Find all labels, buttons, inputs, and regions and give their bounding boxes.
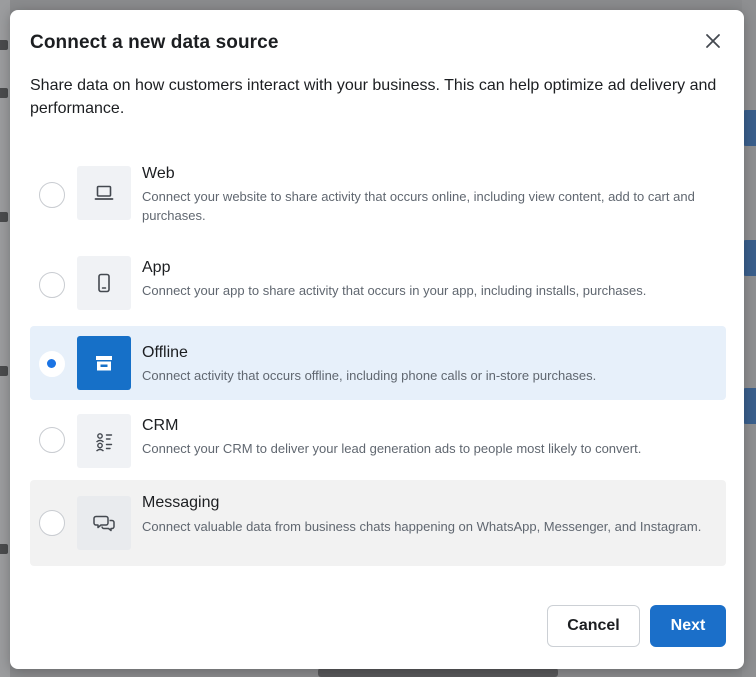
option-description: Connect activity that occurs offline, in… bbox=[142, 368, 597, 383]
option-title: App bbox=[142, 259, 171, 276]
background-text-fragment bbox=[0, 88, 8, 98]
option-description: Connect your CRM to deliver your lead ge… bbox=[142, 441, 642, 456]
option-crm[interactable]: CRM Connect your CRM to deliver your lea… bbox=[30, 410, 726, 472]
background-button bbox=[742, 110, 756, 146]
background-button bbox=[742, 240, 756, 276]
next-button[interactable]: Next bbox=[650, 605, 726, 647]
radio-crm[interactable] bbox=[39, 427, 65, 453]
option-title: Messaging bbox=[142, 494, 220, 511]
option-web[interactable]: Web Connect your website to share activi… bbox=[30, 162, 726, 236]
background-text-fragment bbox=[0, 366, 8, 376]
offline-icon-box bbox=[77, 336, 131, 390]
background-page-left bbox=[0, 0, 10, 677]
option-app[interactable]: App Connect your app to share activity t… bbox=[30, 252, 726, 314]
cancel-button[interactable]: Cancel bbox=[547, 605, 640, 647]
background-text-fragment bbox=[0, 40, 8, 50]
radio-messaging[interactable] bbox=[39, 510, 65, 536]
option-description: Connect your website to share activity t… bbox=[142, 189, 695, 223]
background-text-fragment bbox=[0, 544, 8, 554]
connect-data-source-dialog: Connect a new data source Share data on … bbox=[10, 10, 744, 669]
store-icon bbox=[96, 356, 112, 371]
option-title: Offline bbox=[142, 344, 188, 361]
background-page-right bbox=[742, 0, 756, 677]
option-title: CRM bbox=[142, 417, 179, 434]
background-text-fragment bbox=[0, 212, 8, 222]
radio-app[interactable] bbox=[39, 272, 65, 298]
option-title: Web bbox=[142, 165, 175, 182]
background-text-fragment bbox=[318, 668, 558, 677]
web-icon-box bbox=[77, 166, 131, 220]
dialog-title: Connect a new data source bbox=[30, 32, 279, 53]
app-icon-box bbox=[77, 256, 131, 310]
crm-people-icon bbox=[96, 433, 113, 452]
crm-icon-box bbox=[77, 414, 131, 468]
option-messaging[interactable]: Messaging Connect valuable data from bus… bbox=[30, 480, 726, 566]
close-button[interactable] bbox=[700, 28, 726, 54]
radio-offline[interactable] bbox=[39, 351, 65, 377]
phone-icon bbox=[98, 273, 110, 293]
messaging-icon-box bbox=[77, 496, 131, 550]
radio-web[interactable] bbox=[39, 182, 65, 208]
dialog-description: Share data on how customers interact wit… bbox=[30, 77, 717, 117]
background-button bbox=[742, 388, 756, 424]
chat-bubbles-icon bbox=[93, 515, 115, 532]
close-icon bbox=[706, 34, 720, 48]
option-description: Connect your app to share activity that … bbox=[142, 283, 647, 298]
laptop-icon bbox=[94, 185, 114, 200]
option-description: Connect valuable data from business chat… bbox=[142, 519, 702, 534]
option-offline[interactable]: Offline Connect activity that occurs off… bbox=[30, 326, 726, 400]
